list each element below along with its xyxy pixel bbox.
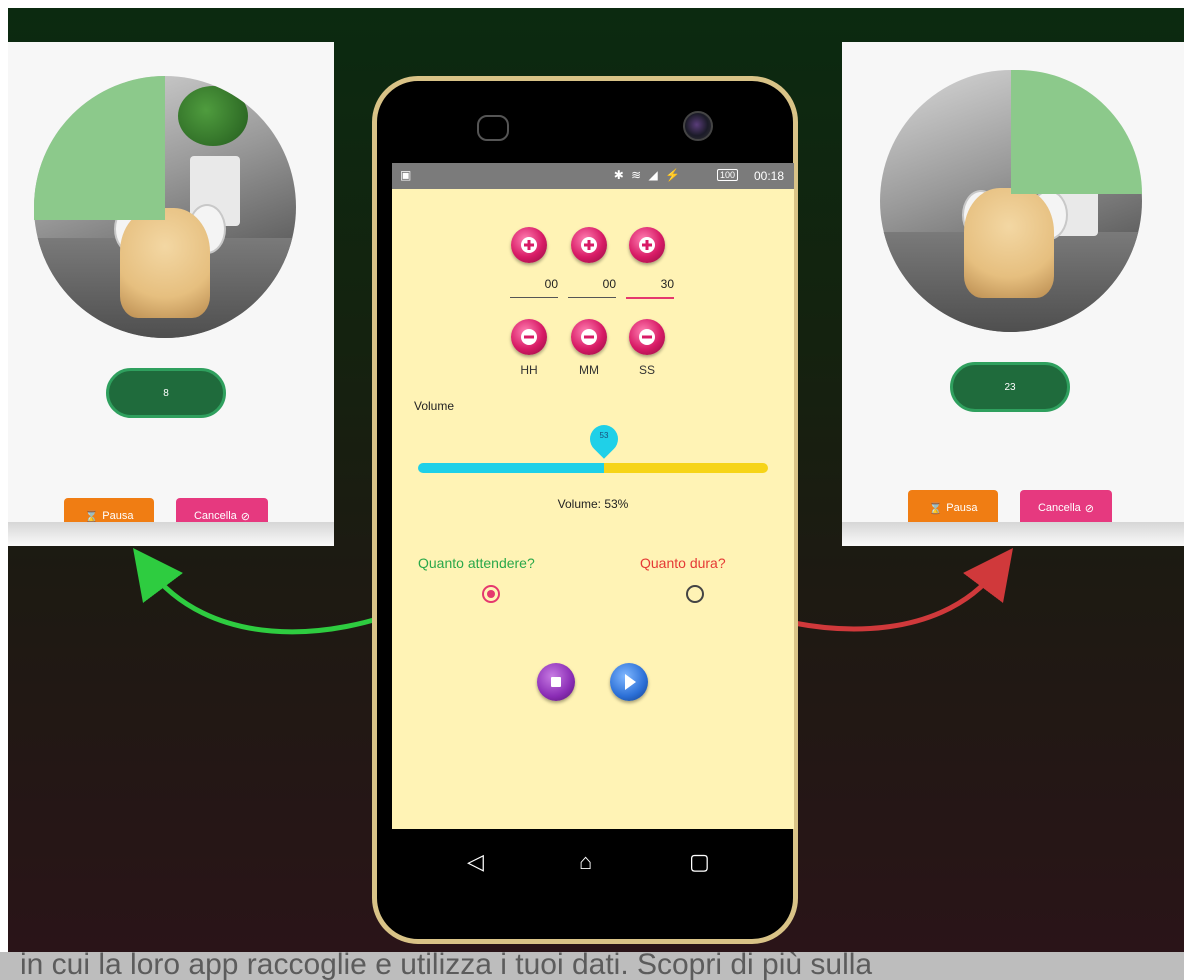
- wait-mode-label: Quanto attendere?: [418, 555, 535, 571]
- plus-icon: [581, 237, 597, 253]
- stop-icon: [551, 677, 561, 687]
- recents-icon[interactable]: ▢: [689, 849, 710, 875]
- plus-icon: [521, 237, 537, 253]
- play-button[interactable]: [610, 663, 648, 701]
- phone-nav-bar: ◁ ⌂ ▢: [377, 833, 793, 903]
- minus-icon: [639, 329, 655, 345]
- plus-icon: [639, 237, 655, 253]
- volume-label: Volume: [414, 399, 455, 413]
- front-camera: [683, 111, 713, 141]
- volume-status: Volume: 53%: [557, 497, 629, 511]
- minus-icon: [521, 329, 537, 345]
- earpiece: [477, 115, 509, 141]
- hours-decrement-button[interactable]: [511, 319, 547, 355]
- seconds-decrement-button[interactable]: [629, 319, 665, 355]
- clock: 00:18: [753, 169, 784, 183]
- wait-mode-radio[interactable]: [482, 585, 500, 603]
- volume-thumb-value: 53: [599, 431, 609, 440]
- minutes-field[interactable]: 00: [568, 277, 616, 298]
- duration-mode-label: Quanto dura?: [640, 555, 726, 571]
- app-screen: ▣ ✱ ≋ ◢ ⚡ 100 00:18 00 00 30 HH MM SS Vo…: [392, 163, 794, 829]
- play-icon: [625, 674, 636, 690]
- seconds-field[interactable]: 30: [626, 277, 674, 299]
- home-icon[interactable]: ⌂: [579, 849, 592, 875]
- signal-icons: ✱ ≋ ◢ ⚡: [613, 168, 682, 182]
- promo-stage: 8 ⌛ Pausa Cancella ⊘ 23 ⌛ Pausa Cancella…: [8, 8, 1184, 956]
- caption-text: in cui la loro app raccoglie e utilizza …: [20, 952, 873, 980]
- minutes-decrement-button[interactable]: [571, 319, 607, 355]
- stop-button[interactable]: [537, 663, 575, 701]
- seconds-increment-button[interactable]: [629, 227, 665, 263]
- android-icon: ▣: [400, 168, 412, 182]
- back-icon[interactable]: ◁: [467, 849, 484, 875]
- hours-field[interactable]: 00: [510, 277, 558, 298]
- duration-mode-radio[interactable]: [686, 585, 704, 603]
- minutes-unit-label: MM: [579, 363, 599, 377]
- hours-increment-button[interactable]: [511, 227, 547, 263]
- phone-frame: ▣ ✱ ≋ ◢ ⚡ 100 00:18 00 00 30 HH MM SS Vo…: [372, 76, 798, 944]
- minutes-increment-button[interactable]: [571, 227, 607, 263]
- volume-track-remaining[interactable]: [604, 463, 768, 473]
- minus-icon: [581, 329, 597, 345]
- volume-track-filled[interactable]: [418, 463, 604, 473]
- seconds-unit-label: SS: [638, 363, 655, 377]
- status-bar: ▣ ✱ ≋ ◢ ⚡ 100 00:18: [392, 163, 794, 189]
- battery-icon: 100: [716, 169, 738, 181]
- caption-strip: in cui la loro app raccoglie e utilizza …: [0, 952, 1184, 980]
- hours-unit-label: HH: [520, 363, 538, 377]
